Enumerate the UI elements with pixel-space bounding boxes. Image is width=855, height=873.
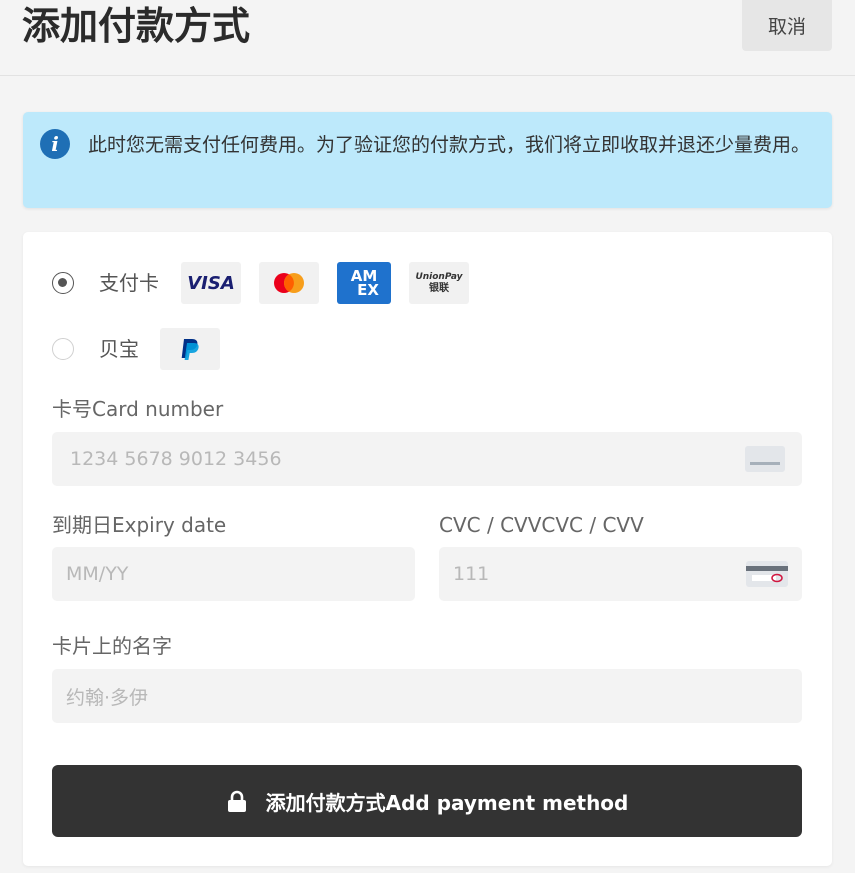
visa-logo: VISA — [181, 262, 241, 304]
unionpay-logo-bottom: 银联 — [428, 283, 449, 294]
add-payment-method-button[interactable]: 添加付款方式Add payment method — [52, 765, 802, 837]
card-number-input[interactable]: 1234 5678 9012 3456 — [52, 432, 802, 486]
add-payment-method-label: 添加付款方式Add payment method — [265, 790, 629, 815]
paypal-logo — [160, 328, 220, 370]
page-title: 添加付款方式 — [22, 4, 251, 48]
page-header: 添加付款方式 取消 — [0, 0, 855, 76]
cvc-label: CVC / CVVCVC / CVV — [439, 513, 644, 537]
method-label-paypal[interactable]: 贝宝 — [99, 337, 139, 361]
amex-logo: AM EX — [337, 262, 391, 304]
cvc-input[interactable]: 111 — [439, 547, 802, 601]
lock-icon — [227, 790, 246, 812]
paypal-icon — [181, 339, 199, 360]
unionpay-logo-top: UnionPay — [415, 272, 463, 282]
expiry-input[interactable]: MM/YY — [52, 547, 415, 601]
unionpay-logo: UnionPay 银联 — [409, 262, 469, 304]
name-placeholder: 约翰·多伊 — [66, 686, 149, 709]
info-banner: i 此时您无需支付任何费用。为了验证您的付款方式，我们将立即收取并退还少量费用。 — [23, 112, 832, 208]
expiry-label: 到期日Expiry date — [52, 513, 227, 537]
payment-form-card: 支付卡 VISA AM EX UnionPay 银联 贝宝 卡号Card num… — [23, 232, 832, 866]
cvc-placeholder: 111 — [453, 563, 490, 585]
mastercard-icon — [274, 273, 304, 293]
card-number-placeholder: 1234 5678 9012 3456 — [70, 448, 282, 470]
name-label: 卡片上的名字 — [52, 634, 172, 658]
radio-payment-card[interactable] — [52, 272, 74, 294]
info-text: 此时您无需支付任何费用。为了验证您的付款方式，我们将立即收取并退还少量费用。 — [88, 134, 811, 156]
amex-logo-bottom: EX — [357, 281, 379, 299]
card-icon — [745, 446, 785, 472]
name-input[interactable]: 约翰·多伊 — [52, 669, 802, 723]
radio-paypal[interactable] — [52, 338, 74, 360]
method-label-card[interactable]: 支付卡 — [99, 271, 159, 295]
cancel-button[interactable]: 取消 — [742, 0, 832, 51]
info-icon: i — [40, 129, 70, 159]
card-number-label: 卡号Card number — [52, 397, 224, 421]
cvc-card-icon — [746, 561, 788, 587]
expiry-placeholder: MM/YY — [66, 563, 129, 585]
visa-logo-text: VISA — [187, 272, 235, 294]
mastercard-logo — [259, 262, 319, 304]
